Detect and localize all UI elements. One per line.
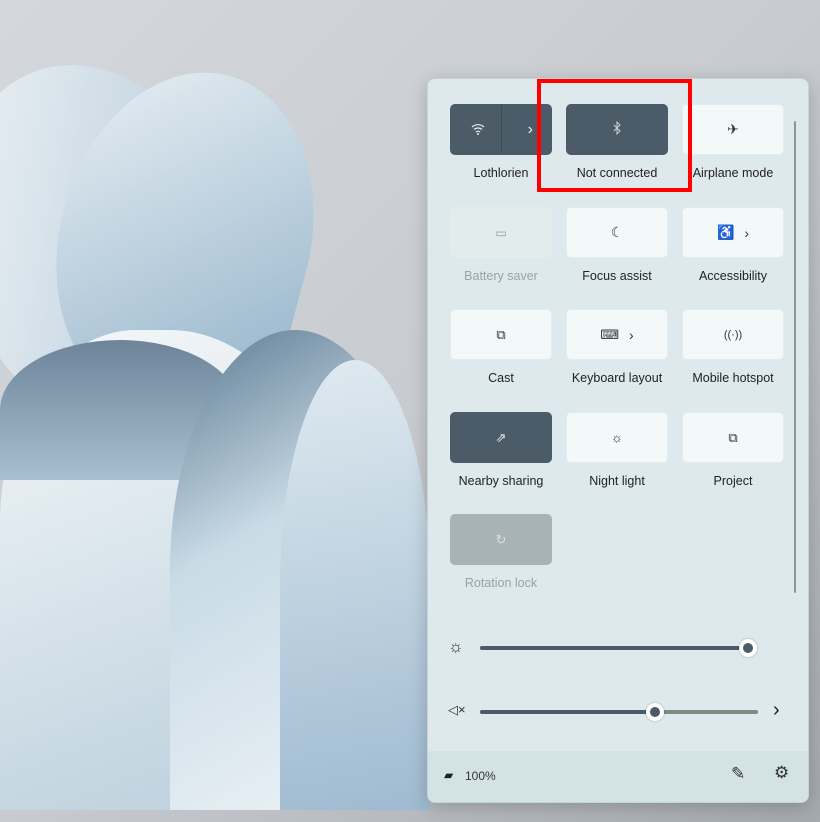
keyboard-layout-tile[interactable]: ⌨ › — [566, 309, 668, 360]
keyboard-icon: ⌨ — [600, 326, 620, 342]
night-light-label: Night light — [589, 474, 645, 488]
rotation-lock-icon: ↻ — [495, 531, 507, 547]
airplane-icon: ✈ — [727, 121, 739, 137]
sun-icon: ☼ — [611, 430, 623, 445]
chevron-right-icon: › — [744, 224, 750, 241]
accessibility-icon: ♿ — [716, 224, 735, 240]
project-icon: ⧉ — [728, 429, 738, 445]
scrollbar[interactable] — [794, 121, 796, 593]
cast-tile[interactable]: ⧉ — [450, 309, 552, 360]
battery-saver-icon: ▭ — [495, 225, 507, 240]
battery-icon: ▰ — [444, 768, 454, 782]
chevron-right-icon: › — [629, 326, 634, 343]
airplane-mode-tile[interactable]: ✈ — [682, 104, 784, 155]
nearby-sharing-label: Nearby sharing — [458, 474, 544, 488]
brightness-slider-fill — [480, 646, 748, 650]
moon-icon: ☾ — [610, 224, 624, 240]
project-label: Project — [713, 474, 753, 488]
volume-slider-fill — [480, 710, 656, 714]
mobile-hotspot-tile[interactable]: ((·)) — [682, 309, 784, 360]
battery-saver-label: Battery saver — [464, 269, 538, 283]
project-tile[interactable]: ⧉ — [682, 412, 784, 463]
volume-muted-icon[interactable]: ◁× — [448, 702, 466, 718]
focus-assist-tile[interactable]: ☾ — [566, 207, 668, 258]
brightness-slider-thumb[interactable] — [739, 639, 757, 657]
brightness-icon: ☼ — [448, 637, 464, 656]
share-icon: ⇗ — [495, 429, 507, 445]
wifi-icon — [471, 122, 485, 138]
night-light-tile[interactable]: ☼ — [566, 412, 668, 463]
cast-label: Cast — [488, 371, 514, 385]
airplane-mode-label: Airplane mode — [692, 166, 774, 180]
wifi-chevron-button[interactable]: › — [528, 121, 533, 139]
settings-gear-icon[interactable]: ⚙ — [774, 763, 789, 783]
hotspot-icon: ((·)) — [723, 328, 743, 341]
audio-output-chevron-button[interactable]: › — [773, 699, 780, 722]
rotation-lock-tile[interactable]: ↻ — [450, 514, 552, 565]
nearby-sharing-tile[interactable]: ⇗ — [450, 412, 552, 463]
rotation-lock-label: Rotation lock — [464, 576, 538, 590]
highlight-box — [537, 79, 692, 192]
accessibility-tile[interactable]: ♿ › — [682, 207, 784, 258]
cast-icon: ⧉ — [496, 326, 506, 342]
mobile-hotspot-label: Mobile hotspot — [692, 371, 774, 385]
accessibility-label: Accessibility — [698, 269, 768, 283]
footer: ▰ 100% ✎ ⚙ — [428, 751, 808, 802]
battery-percentage[interactable]: 100% — [465, 769, 496, 783]
edit-pencil-icon[interactable]: ✎ — [731, 764, 745, 784]
focus-assist-label: Focus assist — [582, 269, 652, 283]
battery-saver-tile[interactable]: ▭ — [450, 207, 552, 258]
keyboard-layout-label: Keyboard layout — [571, 371, 663, 385]
volume-slider-thumb[interactable] — [646, 703, 665, 721]
